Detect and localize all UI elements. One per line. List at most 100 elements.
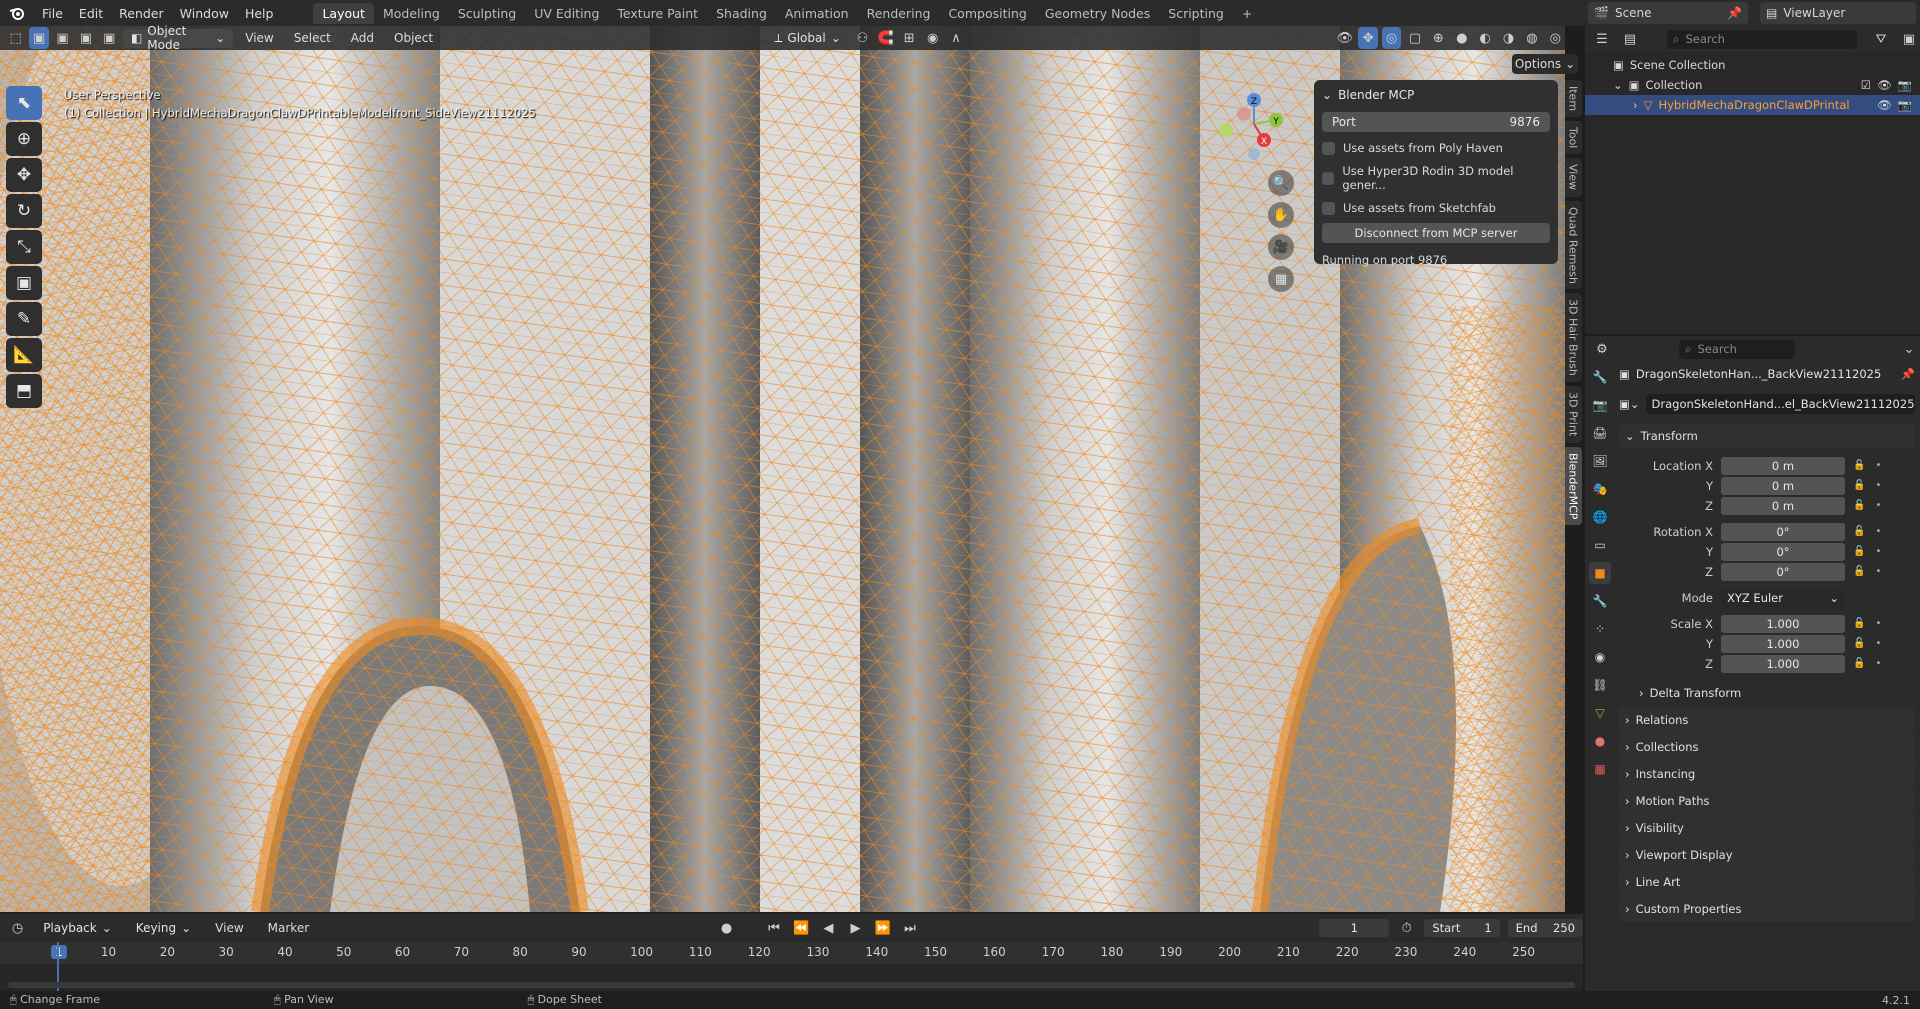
timeline-ruler[interactable]: 1102030405060708090100110120130140150160…: [0, 942, 1583, 964]
eye-icon[interactable]: 👁: [1877, 78, 1892, 92]
location-z-field[interactable]: 0 m: [1721, 496, 1845, 515]
scene-selector[interactable]: 🎬 Scene 📌: [1588, 2, 1748, 24]
timeline-editor-type-icon[interactable]: ◷: [8, 917, 27, 939]
section-visibility[interactable]: › Visibility: [1619, 815, 1915, 841]
physics-tab-icon[interactable]: ◉: [1589, 646, 1611, 668]
lock-icon[interactable]: 🔓: [1853, 546, 1865, 557]
particles-tab-icon[interactable]: ⁘: [1589, 618, 1611, 640]
polyhaven-checkbox[interactable]: [1322, 141, 1335, 155]
menu-file[interactable]: File: [34, 6, 71, 21]
keyframe-dot-icon[interactable]: •: [1875, 566, 1881, 577]
current-frame-field[interactable]: 1: [1319, 919, 1390, 937]
xray-toggle-icon[interactable]: ▢: [1405, 27, 1424, 49]
tab-view[interactable]: View: [1564, 158, 1582, 197]
tab-texture-paint[interactable]: Texture Paint: [608, 3, 707, 24]
properties-editor-type-icon[interactable]: ⚙: [1591, 338, 1613, 360]
tab-rendering[interactable]: Rendering: [858, 3, 940, 24]
keyframe-dot-icon[interactable]: •: [1875, 480, 1881, 491]
world-tab-icon[interactable]: 🌐: [1589, 506, 1611, 528]
select-box-tool-icon[interactable]: ⬉: [6, 86, 42, 120]
outliner-row-object[interactable]: › ▽ HybridMechaDragonClawDPrintal 👁 📷: [1585, 95, 1920, 115]
lock-icon[interactable]: 🔓: [1853, 566, 1865, 577]
timeline-menu-marker[interactable]: Marker: [260, 921, 317, 935]
transform-orientation-dropdown[interactable]: ⟂ Global ⌄: [766, 29, 848, 48]
rotate-tool-icon[interactable]: ↻: [6, 194, 42, 228]
jump-start-icon[interactable]: ⏮: [764, 917, 783, 939]
scene-tab-icon[interactable]: 🎭: [1589, 478, 1611, 500]
move-tool-icon[interactable]: ✥: [6, 158, 42, 192]
section-line-art[interactable]: › Line Art: [1619, 869, 1915, 895]
start-frame-field[interactable]: Start 1: [1424, 919, 1500, 937]
camera-render-icon[interactable]: 📷: [1898, 98, 1920, 112]
cursor-tool-icon[interactable]: ⊕: [6, 122, 42, 156]
grid-ortho-icon[interactable]: ▦: [1268, 266, 1294, 292]
menu-render[interactable]: Render: [111, 6, 172, 21]
shading-solid-icon[interactable]: ●: [1452, 27, 1471, 49]
lock-icon[interactable]: 🔓: [1853, 480, 1865, 491]
snap-target-icon[interactable]: ⊞: [900, 27, 919, 49]
rotation-x-field[interactable]: 0°: [1721, 522, 1845, 541]
tab-animation[interactable]: Animation: [776, 3, 858, 24]
tab-sculpting[interactable]: Sculpting: [449, 3, 525, 24]
keyframe-dot-icon[interactable]: •: [1875, 500, 1881, 511]
port-field[interactable]: Port 9876: [1322, 112, 1550, 132]
select-mode-subtract-icon[interactable]: ▣: [76, 27, 95, 49]
properties-search-input[interactable]: ⌕ Search: [1679, 339, 1795, 359]
object-name-field[interactable]: DragonSkeletonHand...el_BackView21112025: [1645, 394, 1915, 414]
select-mode-extend-icon[interactable]: ▣: [53, 27, 72, 49]
rotation-mode-dropdown[interactable]: XYZ Euler ⌄: [1721, 588, 1845, 607]
play-icon[interactable]: ▶: [846, 917, 865, 939]
material-tab-icon[interactable]: ●: [1589, 730, 1611, 752]
pan-hand-icon[interactable]: ✋: [1268, 202, 1294, 228]
select-mode-new-icon[interactable]: ▣: [29, 27, 49, 49]
outliner-search-input[interactable]: ⌕ Search: [1667, 29, 1857, 49]
new-collection-icon[interactable]: ▣: [1898, 28, 1920, 50]
filter-icon[interactable]: ⛛: [1870, 28, 1892, 50]
add-cube-tool-icon[interactable]: ⬒: [6, 374, 42, 408]
scale-z-field[interactable]: 1.000: [1721, 654, 1845, 673]
tab-layout[interactable]: Layout: [313, 2, 374, 24]
section-motion-paths[interactable]: › Motion Paths: [1619, 788, 1915, 814]
location-y-field[interactable]: 0 m: [1721, 476, 1845, 495]
rotation-z-field[interactable]: 0°: [1721, 562, 1845, 581]
transform-panel-header[interactable]: ⌄ Transform: [1619, 423, 1915, 449]
gizmo-toggle-icon[interactable]: ✥: [1358, 27, 1378, 49]
keyframe-dot-icon[interactable]: •: [1875, 526, 1881, 537]
transform-tool-icon[interactable]: ▣: [6, 266, 42, 300]
output-tab-icon[interactable]: 🖨: [1589, 422, 1611, 444]
view-layer-selector[interactable]: ▤ ViewLayer: [1760, 2, 1916, 24]
location-x-field[interactable]: 0 m: [1721, 456, 1845, 475]
navigation-gizmo[interactable]: Z Y X: [1218, 88, 1284, 160]
tab-3d-hair-brush[interactable]: 3D Hair Brush: [1564, 293, 1582, 383]
outliner-row-scene-collection[interactable]: ▣ Scene Collection: [1585, 55, 1920, 75]
section-instancing[interactable]: › Instancing: [1619, 761, 1915, 787]
object-tab-icon[interactable]: ■: [1589, 562, 1611, 584]
menu-select[interactable]: Select: [286, 31, 339, 45]
menu-object[interactable]: Object: [386, 31, 441, 45]
tab-compositing[interactable]: Compositing: [939, 3, 1035, 24]
hyper3d-checkbox[interactable]: [1322, 171, 1335, 185]
lock-icon[interactable]: 🔓: [1853, 526, 1865, 537]
tab-geometry-nodes[interactable]: Geometry Nodes: [1036, 3, 1159, 24]
auto-keying-icon[interactable]: ●: [717, 917, 736, 939]
blender-logo-icon[interactable]: [0, 2, 34, 24]
data-tab-icon[interactable]: ▽: [1589, 702, 1611, 724]
section-relations[interactable]: › Relations: [1619, 707, 1915, 733]
play-reverse-icon[interactable]: ◀: [819, 917, 838, 939]
modifier-tab-icon[interactable]: 🔧: [1589, 590, 1611, 612]
rotation-y-field[interactable]: 0°: [1721, 542, 1845, 561]
tab-blendermcp[interactable]: BlenderMCP: [1564, 446, 1582, 525]
camera-render-icon[interactable]: 📷: [1898, 78, 1920, 92]
view-layer-tab-icon[interactable]: 🖼: [1589, 450, 1611, 472]
pin-icon[interactable]: 📌: [1727, 6, 1748, 20]
exclude-checkbox-icon[interactable]: ☑: [1861, 78, 1871, 92]
timeline-menu-view[interactable]: View: [207, 921, 251, 935]
menu-view[interactable]: View: [237, 31, 281, 45]
lock-icon[interactable]: 🔓: [1853, 500, 1865, 511]
section-collections[interactable]: › Collections: [1619, 734, 1915, 760]
options-dropdown[interactable]: Options ⌄: [1512, 54, 1578, 74]
delta-transform-header[interactable]: › Delta Transform: [1619, 680, 1915, 706]
camera-icon[interactable]: 🎥: [1268, 234, 1294, 260]
pivot-point-icon[interactable]: ⚇: [853, 27, 872, 49]
eye-icon[interactable]: 👁: [1877, 98, 1892, 112]
